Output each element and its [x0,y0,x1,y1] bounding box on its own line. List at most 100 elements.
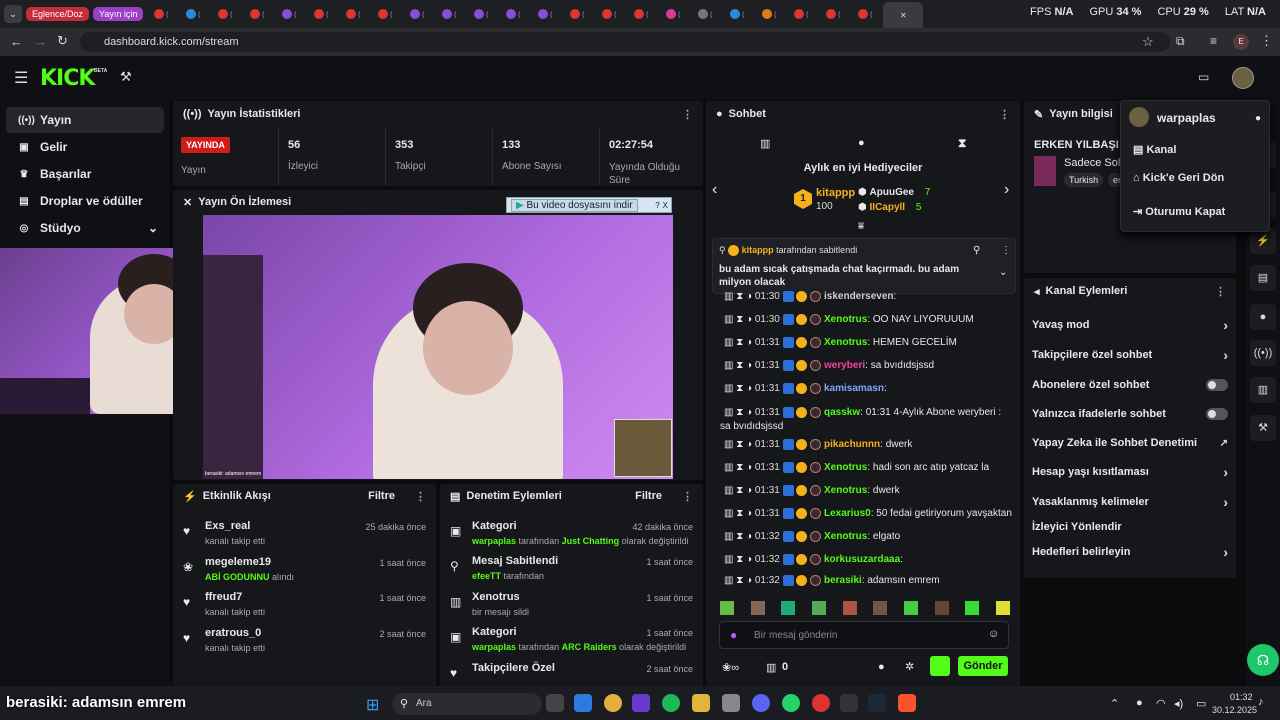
tools-icon[interactable]: ⚒ [120,69,132,85]
emote[interactable] [965,601,980,615]
close-icon[interactable]: X [663,201,668,210]
chevron-down-icon[interactable]: ⌄ [999,267,1007,278]
back-icon[interactable]: ← [10,34,23,49]
channel-action-row[interactable]: Takipçilere özel sohbet › [1032,342,1228,368]
chat-bubble-icon[interactable]: ● [858,137,865,149]
tab[interactable]: ( [467,5,495,23]
channel-action-row[interactable]: Abonelere özel sohbet [1032,372,1228,398]
forward-icon[interactable]: → [34,34,47,49]
tab[interactable]: ( [851,5,879,23]
battery-icon[interactable]: ▭ [1196,697,1206,710]
user-avatar[interactable] [1232,67,1254,89]
chrome-icon[interactable] [604,694,622,712]
sidebar-item-yayin[interactable]: ((•)) Yayın [6,107,164,133]
copilot-icon[interactable] [574,694,592,712]
channel-action-row[interactable]: Hesap yaşı kısıtlaması › [1032,459,1228,485]
browser-menu-icon[interactable]: ⋮ [1260,33,1273,49]
more-options-icon[interactable]: ⋮ [415,490,426,503]
profile-icon[interactable]: E [1233,34,1249,50]
pin-icon[interactable]: ⚲ [973,245,980,256]
emote[interactable] [781,601,796,615]
tray-chevron-icon[interactable]: ⌃ [1110,697,1119,710]
channel-action-row[interactable]: Hedefleri belirleyin › [1032,539,1228,565]
filter-button[interactable]: Filtre [368,490,395,502]
emote[interactable] [873,601,888,615]
chat-input[interactable]: ● Bir mesaj gönderin ☺ [719,621,1009,649]
sidebar-item-basarilar[interactable]: ♛ Başarılar [6,161,164,187]
tab[interactable]: ( [563,5,591,23]
emote[interactable] [903,601,918,615]
microphone-icon[interactable]: ● [1136,697,1143,709]
more-options-icon[interactable]: ⋮ [682,108,693,121]
spotify-icon[interactable] [662,694,680,712]
channel-action-row[interactable]: Yapay Zeka ile Sohbet Denetimi ↗ [1032,430,1228,456]
log-icon[interactable]: ▤ [1250,265,1276,291]
clock-time[interactable]: 01:32 [1230,692,1253,702]
wrench-icon[interactable]: ⚒ [1250,415,1276,441]
taskbar-search[interactable]: ⚲ Ara [392,693,542,715]
more-options-icon[interactable]: ⋮ [1215,285,1226,298]
tab[interactable]: ( [627,5,655,23]
info-icon[interactable]: ● [1255,113,1261,124]
emote[interactable] [995,601,1010,615]
emoji-icon[interactable]: ☺ [988,628,999,640]
task-view-icon[interactable] [546,694,564,712]
download-video-button[interactable]: ▶ Bu video dosyasını indir [511,198,638,212]
tab[interactable]: ( [243,5,271,23]
tab[interactable]: ( [531,5,559,23]
layout-icon[interactable]: ▥ [1250,377,1276,403]
chevron-right-icon[interactable]: › [1004,181,1009,199]
filter-button[interactable]: Filtre [635,490,662,502]
tab[interactable]: ( [147,5,175,23]
tab[interactable]: ( [787,5,815,23]
tab[interactable]: ( [403,5,431,23]
tab-group-yayin[interactable]: Yayın için [93,7,144,21]
app-icon[interactable] [722,694,740,712]
microphone-icon[interactable]: ● [730,628,737,642]
tab[interactable]: ( [595,5,623,23]
tab[interactable]: ( [691,5,719,23]
volume-icon[interactable]: ◂) [1174,697,1183,710]
kick-logo[interactable]: KICK [40,66,95,91]
hamburger-menu-icon[interactable]: ☰ [14,68,28,88]
more-options-icon[interactable]: ⋮ [999,108,1010,121]
help-icon[interactable]: ? [655,201,659,210]
sidebar-item-droplar[interactable]: ▤ Droplar ve ödüller [6,188,164,214]
wifi-icon[interactable]: ◠ [1156,697,1166,710]
tab[interactable]: ( [307,5,335,23]
clock-date[interactable]: 30.12.2025 [1212,705,1257,715]
tab[interactable]: ( [211,5,239,23]
tag-chip[interactable]: Turkish [1064,173,1104,187]
sidebar-item-studyo[interactable]: ◎ Stüdyo ⌄ [6,215,164,241]
expand-icon[interactable]: ⩸ [858,221,864,232]
reload-icon[interactable]: ↻ [57,33,68,49]
more-options-icon[interactable]: ⋮ [1001,245,1011,256]
tab[interactable]: ( [659,5,687,23]
url-field[interactable]: dashboard.kick.com/stream [80,32,1170,52]
tab[interactable]: ( [819,5,847,23]
extensions-icon[interactable]: ⧉ [1176,34,1185,49]
tab[interactable]: ( [755,5,783,23]
more-options-icon[interactable]: ⋮ [682,490,693,503]
emote[interactable] [934,601,949,615]
windows-start-icon[interactable]: ⊞ [366,695,379,715]
send-button[interactable]: Gönder [958,656,1008,676]
broadcast-icon[interactable]: ((•)) [1250,340,1276,366]
tab[interactable]: ( [435,5,463,23]
brave-icon[interactable] [898,694,916,712]
whatsapp-icon[interactable] [782,694,800,712]
hourglass-icon[interactable]: ⧗ [958,136,966,151]
discord-icon[interactable] [752,694,770,712]
channel-action-row[interactable]: Yalnızca ifadelerle sohbet [1032,401,1228,427]
twitch-icon[interactable] [632,694,650,712]
tab[interactable]: ( [339,5,367,23]
menu-item-back-to-kick[interactable]: ⌂ Kick'e Geri Dön [1133,172,1224,184]
notification-icon[interactable]: ♪ [1258,696,1264,708]
steam-icon[interactable] [868,694,886,712]
tab[interactable]: ( [499,5,527,23]
file-explorer-icon[interactable] [692,694,710,712]
active-tab[interactable]: ✕ [883,2,924,28]
chat-settings-icon[interactable]: ● [878,661,885,673]
app-icon[interactable] [812,694,830,712]
toggle-switch[interactable] [1206,408,1228,420]
